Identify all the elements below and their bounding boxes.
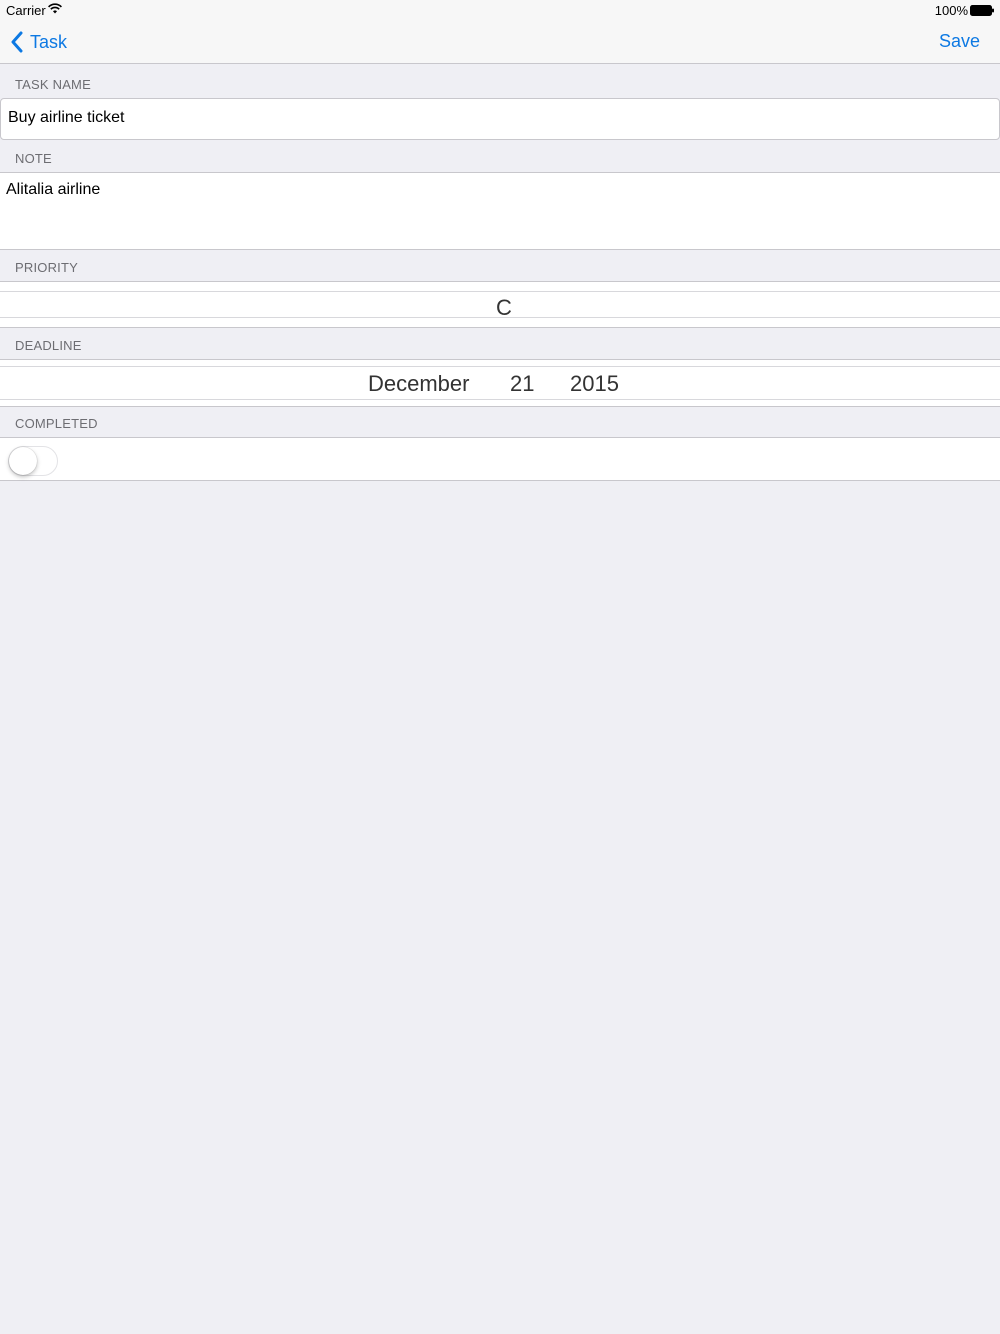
priority-picker[interactable]: C (0, 281, 1000, 328)
task-name-field[interactable]: Buy airline ticket (0, 98, 1000, 140)
picker-selection-top-line (0, 291, 1000, 292)
priority-header: PRIORITY (15, 260, 78, 275)
battery-percentage: 100% (934, 3, 968, 18)
deadline-date-picker[interactable]: December 21 2015 (0, 359, 1000, 407)
toggle-knob (9, 447, 37, 475)
completed-cell (0, 437, 1000, 481)
picker-selection-bottom-line (0, 399, 1000, 400)
completed-header: COMPLETED (15, 416, 98, 431)
back-button[interactable]: Task (10, 30, 67, 54)
navigation-bar: Task Save (0, 20, 1000, 64)
battery-icon (970, 5, 994, 16)
deadline-header: DEADLINE (15, 338, 82, 353)
picker-selection-top-line (0, 366, 1000, 367)
priority-value: C (496, 295, 512, 320)
save-button[interactable]: Save (939, 31, 980, 52)
task-name-header: TASK NAME (15, 77, 91, 92)
deadline-year[interactable]: 2015 (570, 371, 619, 397)
chevron-left-icon (11, 31, 23, 53)
deadline-month[interactable]: December (368, 371, 469, 397)
back-button-label: Task (30, 31, 68, 52)
wifi-icon (48, 3, 62, 14)
note-text-area[interactable]: Alitalia airline (0, 172, 1000, 250)
completed-toggle[interactable] (8, 446, 58, 476)
note-value: Alitalia airline (6, 181, 101, 198)
task-name-value: Buy airline ticket (8, 109, 125, 126)
note-header: NOTE (15, 151, 52, 166)
status-bar: Carrier 100% (0, 0, 1000, 20)
carrier-label: Carrier (6, 3, 46, 18)
deadline-day[interactable]: 21 (510, 371, 534, 397)
